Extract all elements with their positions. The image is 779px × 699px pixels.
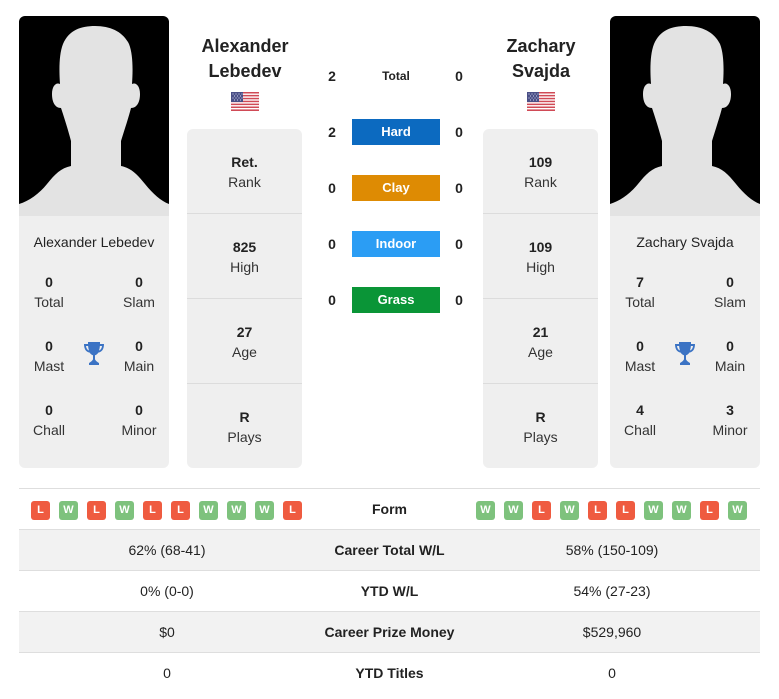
player1-profile-card: Alexander Lebedev 0 Total 0 Slam 0 Mast 0 Ma… bbox=[19, 16, 169, 468]
player1-stat-age: 27 Age bbox=[187, 299, 302, 384]
h2h-row-hard: 2 Hard 0 bbox=[320, 119, 475, 145]
form-badge-win[interactable]: W bbox=[59, 501, 78, 520]
player1-titles: 0 Total 0 Slam 0 Mast 0 Main 0 Chall 0 Minor bbox=[19, 272, 169, 462]
player1-name-heading[interactable]: Alexander Lebedev bbox=[185, 34, 305, 84]
player1-titles-chall: 0 Chall bbox=[33, 402, 65, 438]
player-silhouette-icon bbox=[19, 16, 169, 216]
player2-titles-minor: 3 Minor bbox=[712, 402, 748, 438]
player1-titles-minor: 0 Minor bbox=[121, 402, 157, 438]
h2h-row-grass: 0 Grass 0 bbox=[320, 287, 475, 313]
table-row: 0 YTD Titles 0 bbox=[19, 652, 760, 693]
player1-stat-plays: R Plays bbox=[227, 409, 262, 445]
player1-stats-card: Ret. Rank 825 High 27 Age R Plays bbox=[187, 129, 302, 468]
form-label: Form bbox=[372, 501, 407, 517]
form-badge-loss[interactable]: L bbox=[283, 501, 302, 520]
player1-card-name[interactable]: Alexander Lebedev bbox=[19, 234, 169, 254]
form-badge-loss[interactable]: L bbox=[171, 501, 190, 520]
player2-form: WWLWLLWWLW bbox=[476, 501, 747, 520]
form-badge-win[interactable]: W bbox=[115, 501, 134, 520]
player1-photo bbox=[19, 16, 169, 216]
player1-stat-rank: Ret. Rank bbox=[187, 129, 302, 214]
form-badge-win[interactable]: W bbox=[199, 501, 218, 520]
table-row: $0 Career Prize Money $529,960 bbox=[19, 611, 760, 652]
comparison-table: LWLWLLWWWL Form WWLWLLWWLW 62% (68-41) C… bbox=[19, 488, 760, 693]
form-row: LWLWLLWWWL Form WWLWLLWWLW bbox=[19, 488, 760, 529]
player2-titles-slam: 0 Slam bbox=[714, 274, 746, 310]
player2-titles-mast: 0 Mast bbox=[624, 338, 656, 374]
player2-titles: 7 Total 0 Slam 0 Mast 0 Main 4 Chall 3 Minor bbox=[610, 272, 760, 462]
form-badge-win[interactable]: W bbox=[255, 501, 274, 520]
surface-label-total: Total bbox=[382, 69, 410, 83]
form-badge-win[interactable]: W bbox=[644, 501, 663, 520]
player1-titles-main: 0 Main bbox=[123, 338, 155, 374]
form-badge-loss[interactable]: L bbox=[143, 501, 162, 520]
table-row: 62% (68-41) Career Total W/L 58% (150-10… bbox=[19, 529, 760, 570]
h2h-row-clay: 0 Clay 0 bbox=[320, 175, 475, 201]
player1-titles-mast: 0 Mast bbox=[33, 338, 65, 374]
player2-card-name[interactable]: Zachary Svajda bbox=[610, 234, 760, 254]
player2-photo bbox=[610, 16, 760, 216]
surface-button-indoor[interactable]: Indoor bbox=[352, 231, 440, 257]
player2-stat-high: 109 High bbox=[483, 214, 598, 299]
player2-titles-main: 0 Main bbox=[714, 338, 746, 374]
surface-button-clay[interactable]: Clay bbox=[352, 175, 440, 201]
player2-titles-chall: 4 Chall bbox=[624, 402, 656, 438]
player2-titles-total: 7 Total bbox=[625, 274, 655, 310]
form-badge-loss[interactable]: L bbox=[532, 501, 551, 520]
player-silhouette-icon bbox=[610, 16, 760, 216]
us-flag-icon bbox=[527, 92, 555, 111]
player1-titles-slam: 0 Slam bbox=[123, 274, 155, 310]
form-badge-win[interactable]: W bbox=[560, 501, 579, 520]
trophy-icon bbox=[673, 340, 697, 366]
form-badge-loss[interactable]: L bbox=[588, 501, 607, 520]
form-badge-win[interactable]: W bbox=[728, 501, 747, 520]
player1-stat-high: 825 High bbox=[187, 214, 302, 299]
player2-stat-plays: R Plays bbox=[523, 409, 558, 445]
h2h-row-total: 2 Total 0 bbox=[320, 63, 475, 89]
player2-profile-card: Zachary Svajda 7 Total 0 Slam 0 Mast 0 Main … bbox=[610, 16, 760, 468]
player2-stat-rank: 109 Rank bbox=[483, 129, 598, 214]
form-badge-win[interactable]: W bbox=[476, 501, 495, 520]
player1-form: LWLWLLWWWL bbox=[31, 501, 302, 520]
form-badge-win[interactable]: W bbox=[672, 501, 691, 520]
player2-stat-age: 21 Age bbox=[483, 299, 598, 384]
table-row: 0% (0-0) YTD W/L 54% (27-23) bbox=[19, 570, 760, 611]
form-badge-loss[interactable]: L bbox=[700, 501, 719, 520]
form-badge-win[interactable]: W bbox=[227, 501, 246, 520]
form-badge-loss[interactable]: L bbox=[616, 501, 635, 520]
h2h-row-indoor: 0 Indoor 0 bbox=[320, 231, 475, 257]
form-badge-loss[interactable]: L bbox=[87, 501, 106, 520]
trophy-icon bbox=[82, 340, 106, 366]
form-badge-loss[interactable]: L bbox=[31, 501, 50, 520]
us-flag-icon bbox=[231, 92, 259, 111]
surface-button-hard[interactable]: Hard bbox=[352, 119, 440, 145]
form-badge-win[interactable]: W bbox=[504, 501, 523, 520]
player1-titles-total: 0 Total bbox=[34, 274, 64, 310]
surface-button-grass[interactable]: Grass bbox=[352, 287, 440, 313]
player2-name-heading[interactable]: Zachary Svajda bbox=[481, 34, 601, 84]
player2-stats-card: 109 Rank 109 High 21 Age R Plays bbox=[483, 129, 598, 468]
